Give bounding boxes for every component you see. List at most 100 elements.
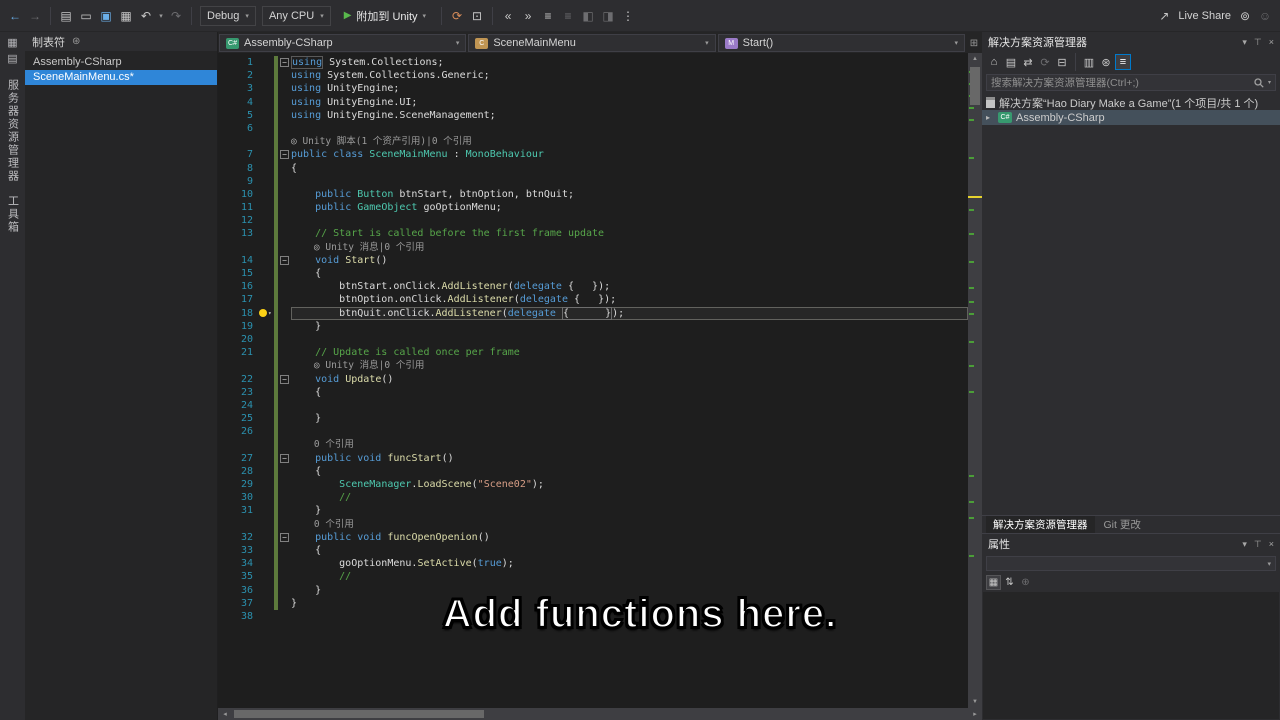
code-line[interactable]: 19 } — [218, 320, 968, 333]
scroll-left-icon[interactable]: ◂ — [218, 710, 232, 718]
fold-margin[interactable] — [278, 333, 291, 346]
fold-margin[interactable] — [278, 96, 291, 109]
open-file-icon[interactable]: ▭ — [77, 7, 95, 25]
glyph-margin[interactable] — [258, 359, 274, 372]
fold-margin[interactable] — [278, 610, 291, 623]
fold-margin[interactable] — [278, 175, 291, 188]
glyph-margin[interactable] — [258, 597, 274, 610]
platform-dropdown[interactable]: Any CPU▾ — [262, 6, 331, 26]
fold-margin[interactable] — [278, 109, 291, 122]
toolbar-overflow-icon[interactable]: ⋮ — [619, 7, 637, 25]
vertical-scrollbar-thumb[interactable] — [970, 67, 980, 105]
se-properties-icon[interactable]: ⊛ — [1098, 54, 1114, 71]
redo-icon[interactable]: ↷ — [167, 7, 185, 25]
class-dropdown[interactable]: CSceneMainMenu▾ — [468, 34, 715, 52]
fold-collapse-icon[interactable]: − — [280, 58, 289, 67]
fold-margin[interactable] — [278, 570, 291, 583]
glyph-margin[interactable] — [258, 399, 274, 412]
fold-collapse-icon[interactable]: − — [280, 454, 289, 463]
fold-margin[interactable] — [278, 359, 291, 372]
code-line[interactable]: 20 — [218, 333, 968, 346]
fold-margin[interactable] — [278, 122, 291, 135]
code-line[interactable]: 36 } — [218, 584, 968, 597]
tab-git-changes[interactable]: Git 更改 — [1097, 516, 1148, 533]
glyph-margin[interactable] — [258, 544, 274, 557]
server-explorer-icon[interactable]: ▦ — [7, 36, 17, 49]
fold-margin[interactable] — [278, 346, 291, 359]
activity-tab[interactable]: 工具箱 — [5, 195, 21, 234]
fold-margin[interactable] — [278, 504, 291, 517]
solution-search-input[interactable]: 搜索解决方案资源管理器(Ctrl+;) ▾ — [986, 74, 1276, 91]
glyph-margin[interactable] — [258, 373, 274, 386]
horizontal-scrollbar-thumb[interactable] — [234, 710, 484, 718]
code-line[interactable]: 4using UnityEngine.UI; — [218, 96, 968, 109]
code-line[interactable]: 10 public Button btnStart, btnOption, bt… — [218, 188, 968, 201]
pin-icon[interactable]: ⊤ — [1254, 539, 1262, 550]
code-line[interactable]: 15 { — [218, 267, 968, 280]
se-show-all-files-icon[interactable]: ▥ — [1081, 54, 1097, 71]
glyph-margin[interactable] — [258, 557, 274, 570]
nav-back-icon[interactable]: ← — [6, 7, 24, 25]
horizontal-scrollbar[interactable]: ◂ ▸ — [218, 708, 982, 720]
code-line[interactable]: 11 public GameObject goOptionMenu; — [218, 201, 968, 214]
screenshot-frame-icon[interactable]: ⊡ — [468, 7, 486, 25]
close-icon[interactable]: × — [1269, 37, 1274, 47]
glyph-margin[interactable] — [258, 504, 274, 517]
fold-margin[interactable] — [278, 412, 291, 425]
glyph-margin[interactable] — [258, 109, 274, 122]
split-window-icon[interactable]: ⊞ — [966, 38, 982, 49]
fold-collapse-icon[interactable]: − — [280, 375, 289, 384]
se-pending-changes-icon[interactable]: ⇄ — [1020, 54, 1036, 71]
glyph-margin[interactable] — [258, 584, 274, 597]
fold-margin[interactable] — [278, 425, 291, 438]
fold-margin[interactable] — [278, 597, 291, 610]
code-line[interactable]: 28 { — [218, 465, 968, 478]
fold-margin[interactable]: − — [278, 531, 291, 544]
glyph-margin[interactable] — [258, 412, 274, 425]
toolbox-icon[interactable]: ▤ — [7, 52, 17, 65]
fold-margin[interactable]: − — [278, 56, 291, 69]
scroll-down-icon[interactable]: ▼ — [968, 696, 982, 708]
code-line[interactable]: 22− void Update() — [218, 373, 968, 386]
navigate-back-code-icon[interactable]: « — [499, 7, 517, 25]
bookmark-next-icon[interactable]: ◨ — [599, 7, 617, 25]
fold-collapse-icon[interactable]: − — [280, 533, 289, 542]
code-line[interactable]: 12 — [218, 214, 968, 227]
props-alphabetical-icon[interactable]: ⇅ — [1002, 575, 1017, 590]
glyph-margin[interactable] — [258, 386, 274, 399]
fold-margin[interactable] — [278, 293, 291, 306]
document-item[interactable]: SceneMainMenu.cs* — [25, 70, 217, 85]
bookmark-prev-icon[interactable]: ◧ — [579, 7, 597, 25]
code-line[interactable]: 21 // Update is called once per frame — [218, 346, 968, 359]
fold-margin[interactable] — [278, 320, 291, 333]
glyph-margin[interactable] — [258, 96, 274, 109]
fold-margin[interactable]: − — [278, 254, 291, 267]
glyph-margin[interactable] — [258, 293, 274, 306]
glyph-margin[interactable] — [258, 465, 274, 478]
glyph-margin[interactable] — [258, 478, 274, 491]
se-collapse-all-icon[interactable]: ⊟ — [1054, 54, 1070, 71]
code-line[interactable]: 2using System.Collections.Generic; — [218, 69, 968, 82]
fold-margin[interactable] — [278, 162, 291, 175]
code-line[interactable]: 33 { — [218, 544, 968, 557]
code-line[interactable]: 14− void Start() — [218, 254, 968, 267]
code-line[interactable]: 7−public class SceneMainMenu : MonoBehav… — [218, 148, 968, 161]
save-all-icon[interactable]: ▦ — [117, 7, 135, 25]
scroll-up-icon[interactable]: ▲ — [968, 53, 982, 65]
glyph-margin[interactable]: ▾ — [258, 307, 274, 320]
code-line[interactable]: 34 goOptionMenu.SetActive(true); — [218, 557, 968, 570]
code-line[interactable]: 29 SceneManager.LoadScene("Scene02"); — [218, 478, 968, 491]
glyph-margin[interactable] — [258, 227, 274, 240]
se-home-icon[interactable]: ⌂ — [986, 54, 1002, 70]
notifications-icon[interactable]: ⊚ — [1236, 7, 1254, 25]
code-line[interactable]: 35 // — [218, 570, 968, 583]
navigate-forward-code-icon[interactable]: » — [519, 7, 537, 25]
search-options-chevron-icon[interactable]: ▾ — [1268, 79, 1271, 86]
glyph-margin[interactable] — [258, 214, 274, 227]
glyph-margin[interactable] — [258, 56, 274, 69]
solution-node[interactable]: 解决方案“Hao Diary Make a Game”(1 个项目/共 1 个) — [982, 95, 1280, 110]
document-item[interactable]: Assembly-CSharp — [25, 55, 217, 70]
codelens-line[interactable]: 0 个引用 — [218, 438, 968, 451]
glyph-margin[interactable] — [258, 135, 274, 148]
glyph-margin[interactable] — [258, 254, 274, 267]
